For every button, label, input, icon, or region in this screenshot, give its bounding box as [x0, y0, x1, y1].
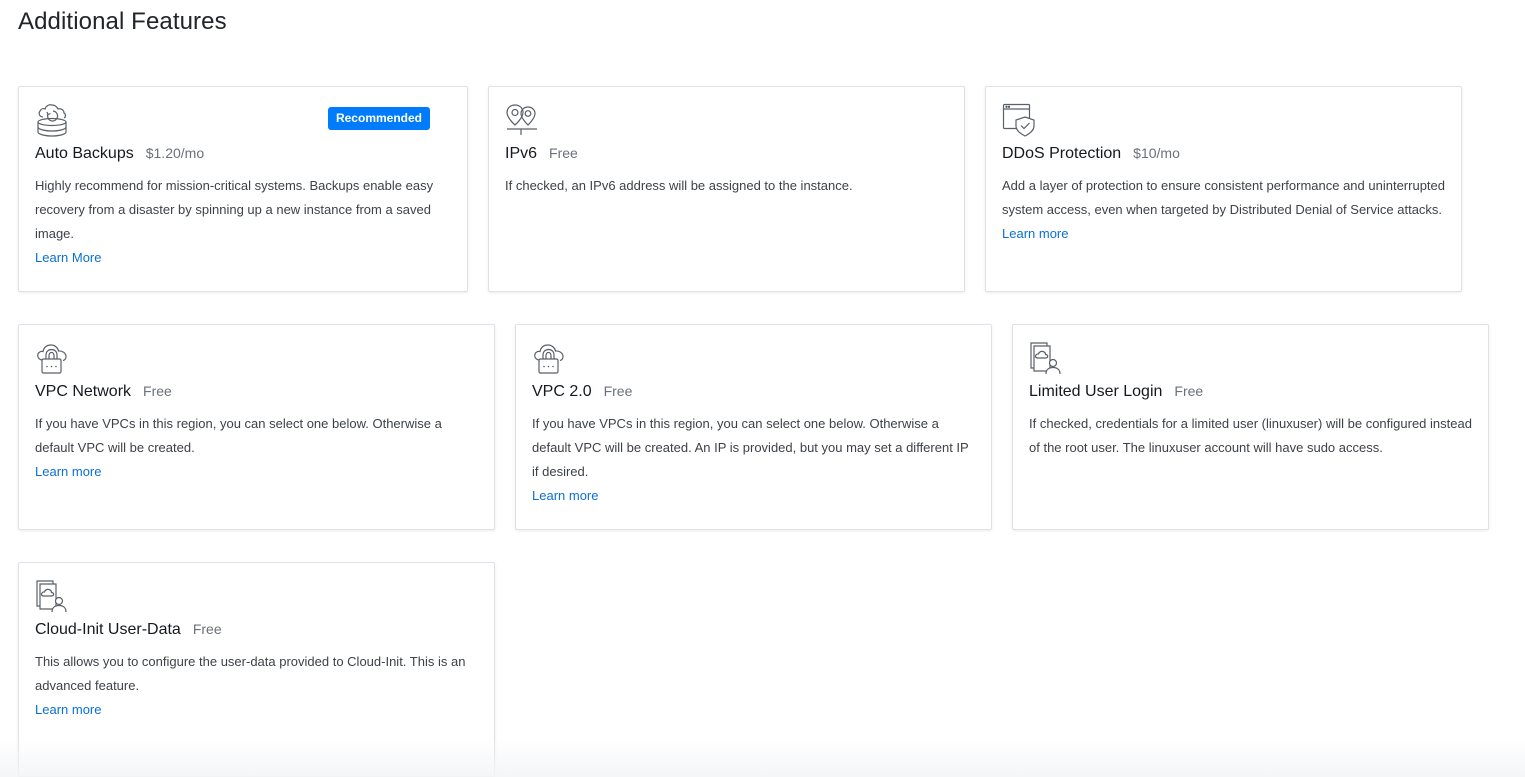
- feature-price: $10/mo: [1133, 145, 1180, 161]
- user-document-icon: [1029, 341, 1063, 375]
- feature-title: Auto Backups: [35, 145, 134, 162]
- page-title: Additional Features: [18, 8, 227, 35]
- feature-price: Free: [1174, 383, 1204, 399]
- learn-more-link[interactable]: Learn more: [1002, 222, 1068, 246]
- feature-title: Limited User Login: [1029, 383, 1163, 400]
- backup-icon: [35, 103, 69, 137]
- feature-card-vpc-network[interactable]: VPC Network Free If you have VPCs in thi…: [18, 324, 495, 530]
- feature-card-vpc-2[interactable]: VPC 2.0 Free If you have VPCs in this re…: [515, 324, 992, 530]
- feature-card-limited-user-login[interactable]: Limited User Login Free If checked, cred…: [1012, 324, 1489, 530]
- feature-price: Free: [603, 383, 633, 399]
- recommended-badge: Recommended: [327, 107, 430, 130]
- feature-title: IPv6: [505, 145, 538, 162]
- feature-description: Highly recommend for mission-critical sy…: [35, 178, 434, 241]
- feature-price: Free: [143, 383, 172, 399]
- feature-title: VPC Network: [35, 383, 132, 400]
- feature-card-ipv6[interactable]: IPv6 Free If checked, an IPv6 address wi…: [488, 86, 965, 292]
- feature-card-auto-backups[interactable]: Recommended Auto Backups $1.20/mo Highly…: [18, 86, 468, 292]
- location-pin-icon: [505, 103, 539, 137]
- user-document-icon: [35, 579, 69, 613]
- learn-more-link[interactable]: Learn more: [35, 460, 101, 484]
- learn-more-link[interactable]: Learn More: [35, 246, 101, 270]
- cloud-lock-icon: [532, 341, 566, 375]
- feature-price: $1.20/mo: [145, 145, 205, 161]
- feature-title: DDoS Protection: [1002, 145, 1122, 162]
- feature-card-cloud-init-user-data[interactable]: Cloud-Init User-Data Free This allows yo…: [18, 562, 495, 777]
- learn-more-link[interactable]: Learn more: [532, 484, 598, 508]
- feature-description: If you have VPCs in this region, you can…: [532, 416, 969, 479]
- feature-description: Add a layer of protection to ensure cons…: [1002, 178, 1445, 217]
- feature-price: Free: [192, 621, 222, 637]
- feature-description: This allows you to configure the user-da…: [35, 654, 466, 693]
- shield-window-icon: [1002, 103, 1036, 137]
- feature-card-ddos-protection[interactable]: DDoS Protection $10/mo Add a layer of pr…: [985, 86, 1462, 292]
- learn-more-link[interactable]: Learn more: [35, 698, 101, 722]
- feature-title: VPC 2.0: [532, 383, 592, 400]
- feature-description: If checked, credentials for a limited us…: [1029, 416, 1472, 455]
- cloud-lock-icon: [35, 341, 69, 375]
- feature-description: If you have VPCs in this region, you can…: [35, 416, 442, 455]
- feature-title: Cloud-Init User-Data: [35, 621, 181, 638]
- feature-description: If checked, an IPv6 address will be assi…: [505, 178, 853, 193]
- feature-price: Free: [549, 145, 578, 161]
